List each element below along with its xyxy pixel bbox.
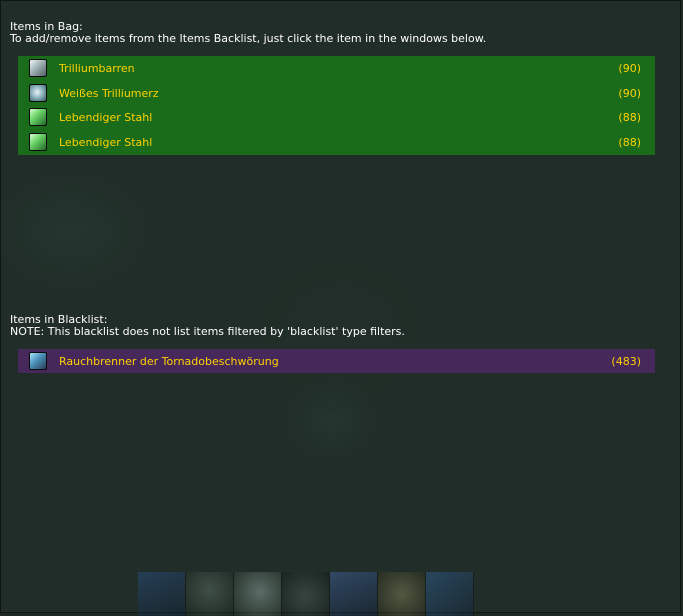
spell-icon[interactable]: [186, 572, 234, 616]
bag-item-row[interactable]: Lebendiger Stahl (88): [18, 130, 655, 154]
spell-icon[interactable]: [138, 572, 186, 616]
item-count: (88): [618, 136, 641, 149]
ore-icon: [29, 84, 47, 102]
item-count: (90): [618, 87, 641, 100]
blacklist-note: NOTE: This blacklist does not list items…: [10, 325, 405, 338]
spell-icon[interactable]: [330, 572, 378, 616]
spell-icon[interactable]: [282, 572, 330, 616]
item-name: Rauchbrenner der Tornadobeschwörung: [59, 355, 279, 368]
blacklist-item-row[interactable]: Rauchbrenner der Tornadobeschwörung (483…: [18, 349, 655, 373]
action-bar: [138, 572, 477, 616]
living-steel-icon: [29, 108, 47, 126]
spell-icon[interactable]: [234, 572, 282, 616]
item-name: Lebendiger Stahl: [59, 111, 153, 124]
bag-instruction: To add/remove items from the Items Backl…: [10, 32, 487, 45]
addon-window: Items in Bag: To add/remove items from t…: [0, 0, 681, 616]
item-name: Lebendiger Stahl: [59, 136, 153, 149]
living-steel-icon: [29, 133, 47, 151]
staff-icon: [29, 352, 47, 370]
bag-item-row[interactable]: Weißes Trilliumerz (90): [18, 81, 655, 105]
item-count: (483): [611, 355, 641, 368]
spell-icon[interactable]: [378, 572, 426, 616]
metal-bar-icon: [29, 59, 47, 77]
bag-item-row[interactable]: Trilliumbarren (90): [18, 56, 655, 80]
spell-icon[interactable]: [426, 572, 474, 616]
blacklist-items-list: Rauchbrenner der Tornadobeschwörung (483…: [18, 349, 655, 373]
bag-items-list: Trilliumbarren (90) Weißes Trilliumerz (…: [18, 56, 655, 155]
item-count: (90): [618, 62, 641, 75]
item-count: (88): [618, 111, 641, 124]
item-name: Trilliumbarren: [59, 62, 135, 75]
bag-item-row[interactable]: Lebendiger Stahl (88): [18, 105, 655, 129]
item-name: Weißes Trilliumerz: [59, 87, 159, 100]
